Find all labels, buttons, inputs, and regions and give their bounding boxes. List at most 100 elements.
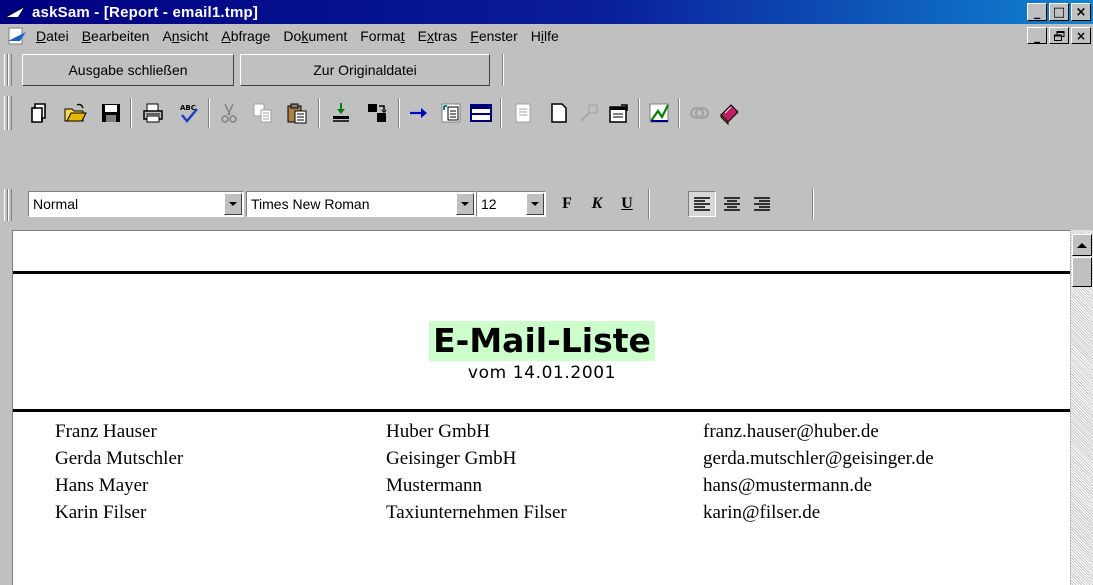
link-icon[interactable] xyxy=(684,98,714,128)
menu-dokument[interactable]: Dokument xyxy=(283,28,347,44)
contact-email: hans@mustermann.de xyxy=(703,475,872,496)
menu-bearbeiten[interactable]: Bearbeiten xyxy=(82,28,150,44)
paste-icon[interactable] xyxy=(282,98,312,128)
align-right-button[interactable] xyxy=(748,191,776,217)
to-original-button[interactable]: Zur Originaldatei xyxy=(240,54,490,86)
document-window-icon[interactable] xyxy=(6,27,28,45)
chart-icon[interactable] xyxy=(644,98,674,128)
doc-close-button[interactable]: × xyxy=(1071,27,1091,44)
document-view-icon[interactable] xyxy=(436,98,466,128)
toolbar-separator xyxy=(500,98,502,128)
toolbar-separator xyxy=(208,98,210,128)
contact-company: Geisinger GmbH xyxy=(386,448,517,469)
contact-company: Taxiunternehmen Filser xyxy=(386,502,567,523)
toolbar-separator xyxy=(318,98,320,128)
restore-icon xyxy=(1053,30,1064,41)
import-icon[interactable] xyxy=(326,98,356,128)
menu-abfrage[interactable]: Abfrage xyxy=(221,28,270,44)
menu-datei[interactable]: Datei xyxy=(36,28,69,44)
minimize-button[interactable]: _ xyxy=(1027,3,1047,21)
font-size-select[interactable]: 12 xyxy=(476,191,546,217)
toolbar-separator xyxy=(678,98,680,128)
report-header: E-Mail-Liste vom 14.01.2001 xyxy=(13,321,1070,383)
svg-text:ABC: ABC xyxy=(180,104,196,112)
menu-fenster[interactable]: Fenster xyxy=(470,28,517,44)
list-item: Franz Hauser Huber GmbH franz.hauser@hub… xyxy=(13,421,1070,447)
contact-name: Hans Mayer xyxy=(55,475,149,496)
export-icon[interactable] xyxy=(362,98,392,128)
asksam-app-icon[interactable] xyxy=(4,4,26,20)
table-view-icon[interactable] xyxy=(466,98,496,128)
copy-icon[interactable] xyxy=(248,98,278,128)
toolbar-grip[interactable] xyxy=(4,54,12,86)
contact-company: Huber GmbH xyxy=(386,421,490,442)
list-item: Karin Filser Taxiunternehmen Filser kari… xyxy=(13,502,1070,528)
align-center-button[interactable] xyxy=(718,191,746,217)
toolbar-grip[interactable] xyxy=(4,189,12,221)
pin-icon[interactable] xyxy=(574,98,604,128)
book-icon[interactable] xyxy=(714,98,744,128)
toolbar-separator xyxy=(812,189,814,219)
close-button[interactable]: × xyxy=(1071,3,1091,21)
menu-bar: Datei Bearbeiten Ansicht Abfrage Dokumen… xyxy=(0,24,1093,48)
toolbar-divider xyxy=(502,54,504,86)
list-item: Hans Mayer Mustermann hans@mustermann.de xyxy=(13,475,1070,501)
align-left-button[interactable] xyxy=(688,191,716,217)
italic-button[interactable]: K xyxy=(584,191,610,217)
close-output-button[interactable]: Ausgabe schließen xyxy=(22,54,234,86)
scroll-thumb[interactable] xyxy=(1072,257,1092,287)
window-title: askSam - [Report - email1.tmp] xyxy=(32,3,259,21)
chevron-down-icon[interactable] xyxy=(526,193,544,215)
spellcheck-icon[interactable]: ABC xyxy=(174,98,204,128)
toolbar-grip[interactable] xyxy=(4,96,12,130)
align-center-icon xyxy=(724,197,740,211)
blank-page-icon[interactable] xyxy=(544,98,574,128)
doc-restore-button[interactable] xyxy=(1049,27,1069,44)
title-rule xyxy=(13,409,1070,412)
header-rule xyxy=(13,271,1070,274)
report-document[interactable]: E-Mail-Liste vom 14.01.2001 Franz Hauser… xyxy=(12,230,1070,585)
contact-name: Franz Hauser xyxy=(55,421,157,442)
arrow-right-icon[interactable] xyxy=(404,98,434,128)
style-value: Normal xyxy=(33,196,79,212)
menu-extras[interactable]: Extras xyxy=(418,28,458,44)
underline-button[interactable]: U xyxy=(614,191,640,217)
menu-format[interactable]: Format xyxy=(360,28,404,44)
menu-ansicht[interactable]: Ansicht xyxy=(162,28,208,44)
contact-email: karin@filser.de xyxy=(703,502,821,523)
title-bar: askSam - [Report - email1.tmp] _ □ × xyxy=(0,0,1093,24)
open-folder-icon[interactable] xyxy=(60,98,90,128)
properties-icon[interactable] xyxy=(604,98,634,128)
contact-company: Mustermann xyxy=(386,475,483,496)
font-size-value: 12 xyxy=(481,196,497,212)
toolbar-gap xyxy=(0,136,1093,183)
cut-icon[interactable] xyxy=(214,98,244,128)
contact-email: franz.hauser@huber.de xyxy=(703,421,879,442)
menu-hilfe[interactable]: Hilfe xyxy=(531,28,559,44)
save-disk-icon[interactable] xyxy=(96,98,126,128)
format-toolbar: Normal Times New Roman 12 F K U xyxy=(0,183,1093,229)
font-select[interactable]: Times New Roman xyxy=(246,191,476,217)
chevron-down-icon[interactable] xyxy=(456,193,474,215)
vertical-scrollbar[interactable] xyxy=(1070,230,1093,585)
toolbar-separator xyxy=(130,98,132,128)
standard-toolbar: ABC xyxy=(0,90,1093,136)
report-date: vom 14.01.2001 xyxy=(467,363,617,383)
contact-name: Karin Filser xyxy=(55,502,147,523)
scroll-up-button[interactable] xyxy=(1072,234,1092,256)
bold-button[interactable]: F xyxy=(554,191,580,217)
page-icon[interactable] xyxy=(508,98,538,128)
print-icon[interactable] xyxy=(138,98,168,128)
new-document-icon[interactable] xyxy=(24,98,54,128)
contact-name: Gerda Mutschler xyxy=(55,448,184,469)
toolbar-separator xyxy=(648,189,650,219)
align-left-icon xyxy=(694,197,710,211)
align-right-icon xyxy=(754,197,770,211)
chevron-down-icon[interactable] xyxy=(224,193,242,215)
maximize-button[interactable]: □ xyxy=(1049,3,1069,21)
list-item: Gerda Mutschler Geisinger GmbH gerda.mut… xyxy=(13,448,1070,474)
style-select[interactable]: Normal xyxy=(28,191,244,217)
doc-minimize-button[interactable]: _ xyxy=(1027,27,1047,44)
contact-email: gerda.mutschler@geisinger.de xyxy=(703,448,934,469)
report-title: E-Mail-Liste xyxy=(429,321,655,361)
